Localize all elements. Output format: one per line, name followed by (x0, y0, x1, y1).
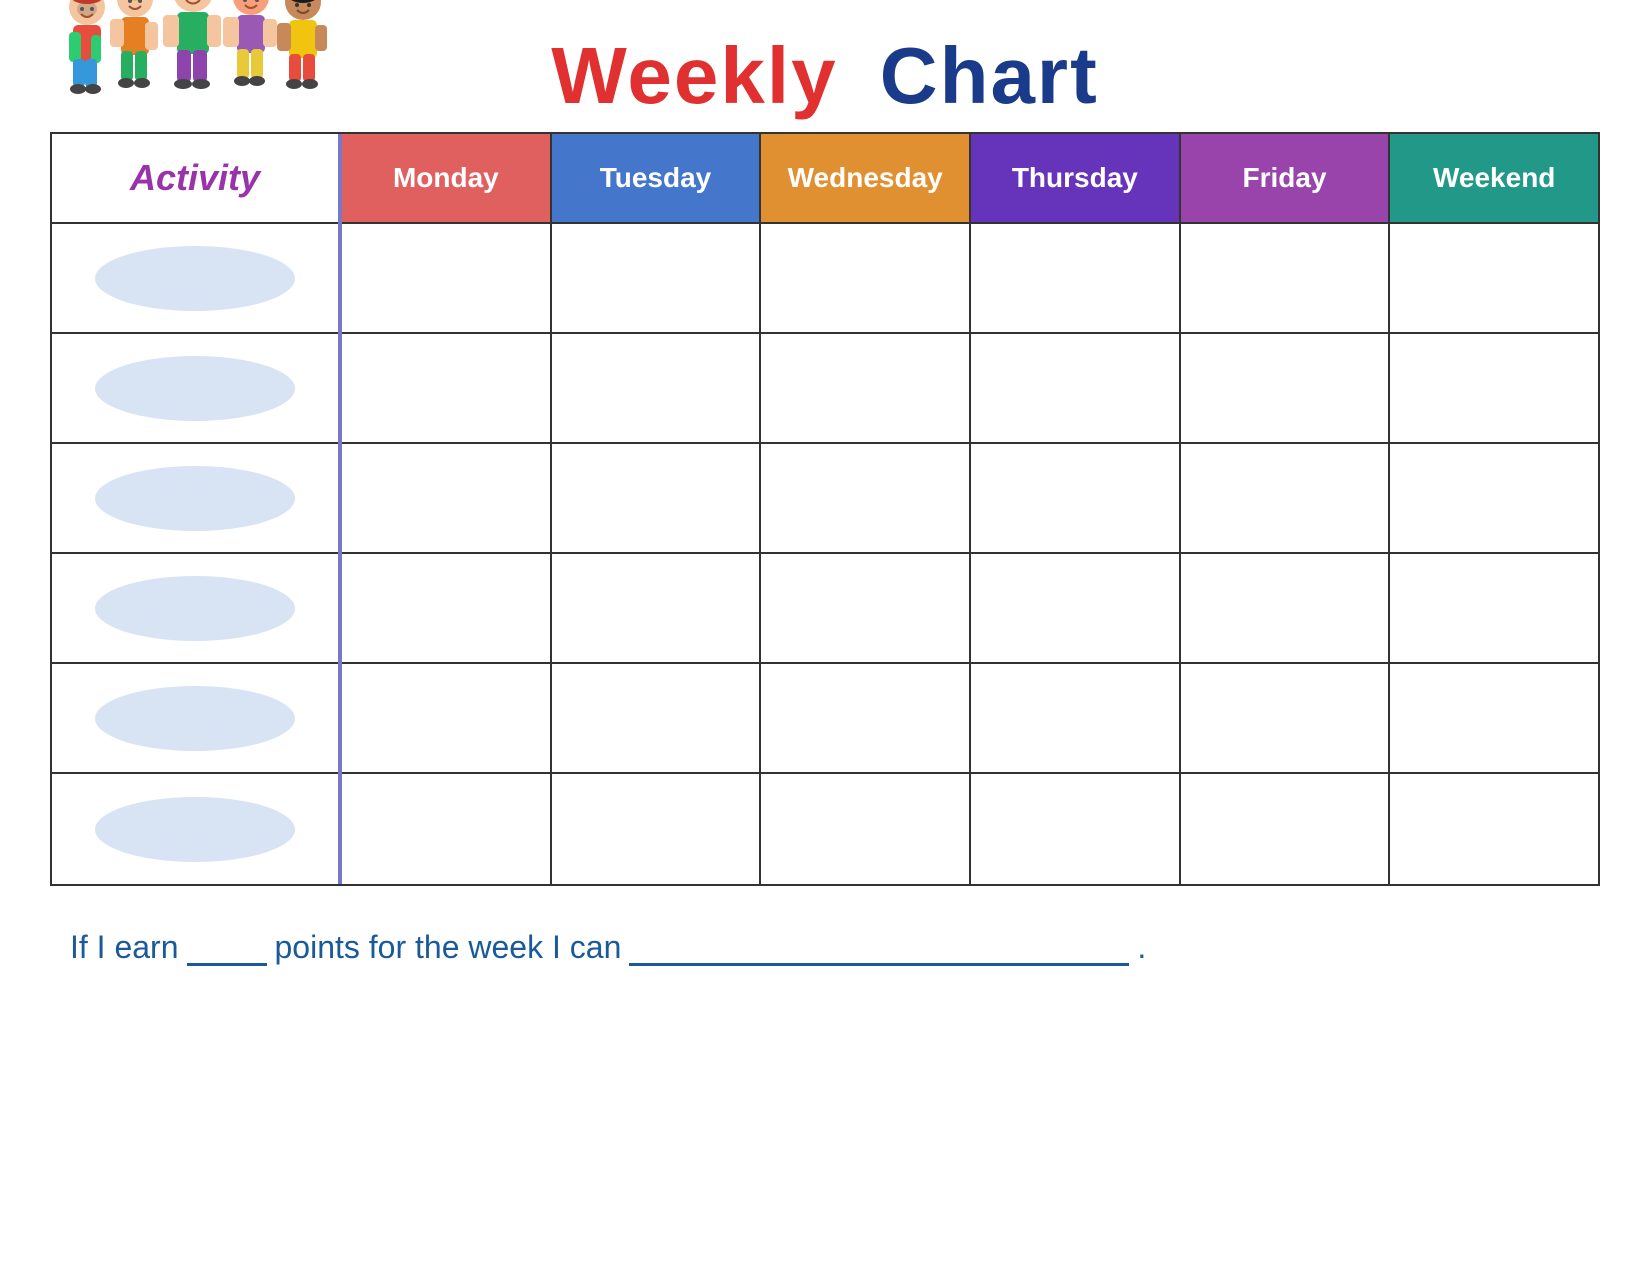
cell-tue-6[interactable] (552, 774, 762, 884)
cell-fri-5[interactable] (1181, 664, 1391, 772)
day-label-friday: Friday (1243, 162, 1327, 194)
footer-period: . (1137, 929, 1146, 966)
footer-sentence: If I earn points for the week I can . (50, 926, 1600, 966)
cell-fri-3[interactable] (1181, 444, 1391, 552)
activity-label: Activity (130, 157, 260, 199)
cell-tue-2[interactable] (552, 334, 762, 442)
day-label-thursday: Thursday (1012, 162, 1138, 194)
activity-row (52, 334, 338, 444)
day-header-weekend: Weekend (1390, 134, 1598, 224)
day-label-tuesday: Tuesday (600, 162, 712, 194)
cell-mon-3[interactable] (342, 444, 552, 552)
cell-tue-4[interactable] (552, 554, 762, 662)
cell-wkd-5[interactable] (1390, 664, 1598, 772)
page-title: Weekly Chart (551, 30, 1098, 122)
cell-wed-5[interactable] (761, 664, 971, 772)
table-row (342, 444, 1598, 554)
day-label-monday: Monday (393, 162, 499, 194)
table-row (342, 774, 1598, 884)
activity-row (52, 554, 338, 664)
cell-wkd-2[interactable] (1390, 334, 1598, 442)
activity-oval-6 (95, 797, 295, 862)
activity-row (52, 444, 338, 554)
day-header-wednesday: Wednesday (761, 134, 971, 224)
activity-row (52, 224, 338, 334)
cell-mon-1[interactable] (342, 224, 552, 332)
cell-mon-6[interactable] (342, 774, 552, 884)
table-row (342, 664, 1598, 774)
cell-thu-6[interactable] (971, 774, 1181, 884)
cell-wkd-3[interactable] (1390, 444, 1598, 552)
footer-reward-blank[interactable] (629, 926, 1129, 966)
activity-header: Activity (52, 134, 338, 224)
cell-fri-2[interactable] (1181, 334, 1391, 442)
cell-wed-1[interactable] (761, 224, 971, 332)
cell-fri-4[interactable] (1181, 554, 1391, 662)
cell-thu-3[interactable] (971, 444, 1181, 552)
day-label-weekend: Weekend (1433, 162, 1555, 194)
footer-points-blank[interactable] (187, 926, 267, 966)
weekly-chart: Activity Monday Tuesday (50, 132, 1600, 886)
cell-wed-4[interactable] (761, 554, 971, 662)
cell-tue-1[interactable] (552, 224, 762, 332)
cell-wed-6[interactable] (761, 774, 971, 884)
cell-mon-4[interactable] (342, 554, 552, 662)
cell-thu-4[interactable] (971, 554, 1181, 662)
title-chart: Chart (880, 31, 1099, 120)
day-header-tuesday: Tuesday (552, 134, 762, 224)
footer-part2: points for the week I can (275, 929, 622, 966)
day-header-monday: Monday (342, 134, 552, 224)
cell-wed-2[interactable] (761, 334, 971, 442)
cell-tue-5[interactable] (552, 664, 762, 772)
activity-oval-1 (95, 246, 295, 311)
cell-mon-5[interactable] (342, 664, 552, 772)
cell-thu-1[interactable] (971, 224, 1181, 332)
cell-wkd-4[interactable] (1390, 554, 1598, 662)
day-header-friday: Friday (1181, 134, 1391, 224)
activity-oval-3 (95, 466, 295, 531)
activity-row (52, 774, 338, 884)
table-row (342, 224, 1598, 334)
activity-oval-4 (95, 576, 295, 641)
kids-illustration (50, 0, 340, 122)
cell-fri-6[interactable] (1181, 774, 1391, 884)
footer-part1: If I earn (70, 929, 179, 966)
cell-mon-2[interactable] (342, 334, 552, 442)
day-header-thursday: Thursday (971, 134, 1181, 224)
cell-wkd-6[interactable] (1390, 774, 1598, 884)
title-weekly: Weekly (551, 31, 837, 120)
cell-fri-1[interactable] (1181, 224, 1391, 332)
day-label-wednesday: Wednesday (788, 162, 943, 194)
table-row (342, 334, 1598, 444)
days-grid: Monday Tuesday Wednesday Thursday Friday… (342, 134, 1598, 884)
days-header-row: Monday Tuesday Wednesday Thursday Friday… (342, 134, 1598, 224)
activity-column: Activity (52, 134, 342, 884)
activity-oval-5 (95, 686, 295, 751)
cell-wkd-1[interactable] (1390, 224, 1598, 332)
cell-thu-5[interactable] (971, 664, 1181, 772)
cell-wed-3[interactable] (761, 444, 971, 552)
table-row (342, 554, 1598, 664)
cell-thu-2[interactable] (971, 334, 1181, 442)
header-area: Weekly Chart (50, 30, 1600, 122)
data-rows (342, 224, 1598, 884)
activity-oval-2 (95, 356, 295, 421)
activity-row (52, 664, 338, 774)
cell-tue-3[interactable] (552, 444, 762, 552)
